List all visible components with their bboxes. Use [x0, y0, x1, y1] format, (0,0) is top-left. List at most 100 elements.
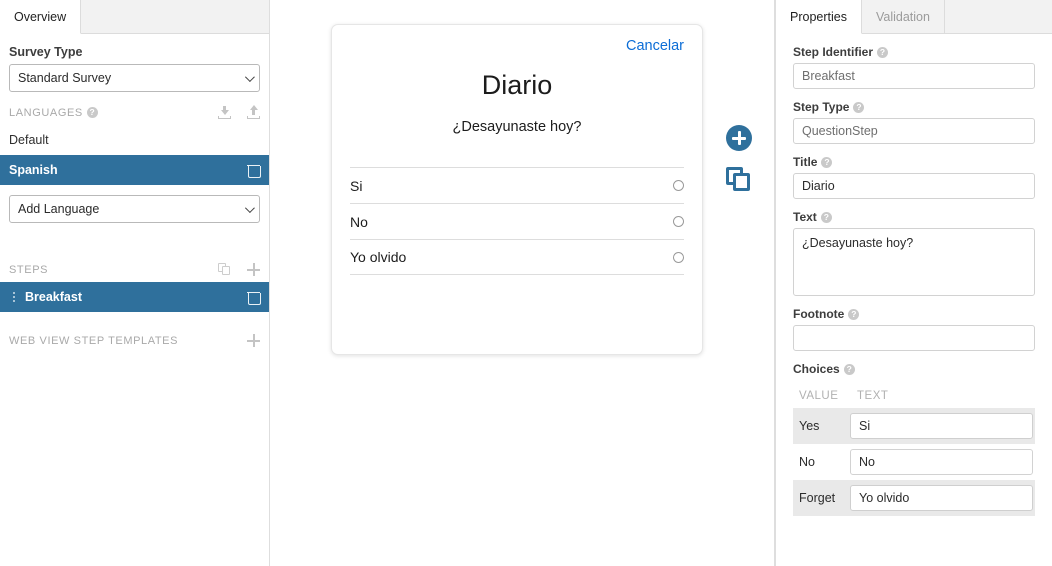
help-icon[interactable]: ? — [853, 101, 865, 113]
choice-text-value: Yo olvido — [859, 491, 910, 505]
radio-icon[interactable] — [673, 216, 684, 227]
templates-section-icons — [247, 334, 260, 347]
text-label-text: Text — [793, 210, 817, 224]
sidebar-tabstrip-filler — [81, 0, 269, 33]
templates-section-title-wrap: WEB VIEW STEP TEMPLATES — [9, 335, 247, 347]
plus-icon[interactable] — [247, 263, 260, 276]
text-value: ¿Desayunaste hoy? — [802, 236, 914, 250]
step-item-breakfast[interactable]: Breakfast — [0, 282, 269, 312]
footnote-label-text: Footnote — [793, 307, 845, 321]
preview-choice-label: No — [350, 213, 368, 230]
preview-choice-list: Si No Yo olvido — [350, 167, 684, 275]
choice-text-input[interactable]: Yo olvido — [850, 485, 1033, 511]
step-type-input[interactable]: QuestionStep — [793, 118, 1035, 144]
plus-icon[interactable] — [247, 334, 260, 347]
steps-section-title: STEPS — [9, 263, 49, 276]
download-icon[interactable] — [218, 106, 231, 119]
drag-handle-icon[interactable] — [9, 292, 19, 302]
preview-choice-row[interactable]: Yo olvido — [350, 239, 684, 275]
choice-text-value: Si — [859, 419, 871, 433]
choice-value: Yes — [799, 419, 820, 433]
choice-value: Forget — [799, 491, 836, 505]
trash-icon[interactable] — [247, 163, 261, 178]
step-type-value: QuestionStep — [802, 124, 878, 138]
title-input[interactable]: Diario — [793, 173, 1035, 199]
tab-overview[interactable]: Overview — [0, 0, 82, 34]
survey-type-select[interactable]: Standard Survey — [9, 64, 260, 92]
survey-type-select-wrap: Standard Survey — [9, 64, 260, 92]
tab-overview-label: Overview — [14, 9, 67, 24]
help-icon[interactable]: ? — [86, 107, 98, 118]
add-step-icon[interactable] — [726, 125, 752, 151]
radio-icon[interactable] — [673, 180, 684, 191]
survey-preview-card: Cancelar Diario ¿Desayunaste hoy? Si No … — [331, 24, 703, 355]
choices-label-text: Choices — [793, 362, 840, 376]
step-identifier-input[interactable]: Breakfast — [793, 63, 1035, 89]
languages-section-title-wrap: LANGUAGES ? — [9, 107, 218, 119]
sidebar-body: Survey Type Standard Survey LANGUAGES ? — [0, 34, 269, 353]
preview-choice-label: Si — [350, 177, 363, 194]
preview-choice-row[interactable]: No — [350, 203, 684, 239]
cancel-button[interactable]: Cancelar — [350, 25, 684, 54]
language-item-spanish[interactable]: Spanish — [0, 155, 269, 185]
survey-type-value: Standard Survey — [18, 71, 112, 85]
add-language-select[interactable]: Add Language — [9, 195, 260, 223]
table-row[interactable]: Forget Yo olvido — [793, 480, 1035, 516]
choice-text-input[interactable]: No — [850, 449, 1033, 475]
table-row[interactable]: No No — [793, 444, 1035, 480]
footnote-input[interactable] — [793, 325, 1035, 351]
table-row[interactable]: Yes Si — [793, 408, 1035, 444]
preview-question: ¿Desayunaste hoy? — [452, 119, 582, 135]
app-root: Overview Survey Type Standard Survey LAN… — [0, 0, 1052, 566]
trash-icon[interactable] — [247, 290, 261, 305]
choice-value: No — [799, 455, 815, 469]
tab-properties[interactable]: Properties — [776, 0, 862, 34]
help-icon[interactable]: ? — [848, 308, 860, 320]
help-icon[interactable]: ? — [877, 46, 889, 58]
step-type-label: Step Type ? — [781, 89, 1047, 118]
choices-column-value: VALUE — [799, 390, 839, 402]
help-icon[interactable]: ? — [821, 156, 833, 168]
text-label: Text ? — [781, 199, 1047, 228]
languages-section-title: LANGUAGES — [9, 106, 83, 119]
steps-section-header: STEPS — [0, 223, 269, 282]
steps-section-title-wrap: STEPS — [9, 264, 218, 276]
step-identifier-label-text: Step Identifier — [793, 45, 874, 59]
step-identifier-value: Breakfast — [802, 69, 855, 83]
choices-column-text: TEXT — [857, 390, 889, 402]
languages-section-icons — [218, 105, 260, 119]
choice-text-cell: Yo olvido — [850, 485, 1035, 511]
step-identifier-label: Step Identifier ? — [781, 34, 1047, 63]
upload-icon[interactable] — [247, 105, 260, 119]
title-value: Diario — [802, 179, 835, 193]
properties-panel: Properties Validation Step Identifier ? … — [775, 0, 1052, 566]
language-item-default[interactable]: Default — [0, 125, 269, 155]
tab-properties-label: Properties — [790, 9, 847, 24]
preview-choice-label: Yo olvido — [350, 249, 407, 265]
language-item-label: Default — [9, 133, 49, 147]
preview-title: Diario — [481, 70, 553, 100]
tab-validation[interactable]: Validation — [861, 0, 945, 33]
help-icon[interactable]: ? — [820, 211, 832, 223]
text-textarea[interactable]: ¿Desayunaste hoy? — [793, 228, 1035, 296]
help-icon[interactable]: ? — [843, 363, 855, 375]
languages-section-header: LANGUAGES ? — [0, 92, 269, 125]
sidebar-tabstrip: Overview — [0, 0, 269, 34]
templates-section-title: WEB VIEW STEP TEMPLATES — [9, 334, 179, 347]
choice-text-value: No — [859, 455, 875, 469]
language-item-label: Spanish — [9, 163, 58, 177]
radio-icon[interactable] — [673, 251, 684, 263]
choice-text-cell: Si — [850, 413, 1035, 439]
footnote-label: Footnote ? — [781, 296, 1047, 325]
survey-type-label: Survey Type — [9, 45, 83, 59]
choices-label: Choices ? — [781, 351, 1047, 380]
preview-choice-row[interactable]: Si — [350, 167, 684, 203]
choices-table-header: VALUE TEXT — [793, 390, 1035, 408]
choice-text-input[interactable]: Si — [850, 413, 1033, 439]
left-sidebar: Overview Survey Type Standard Survey LAN… — [0, 0, 270, 566]
duplicate-step-icon[interactable] — [726, 167, 752, 193]
steps-section-icons — [218, 263, 260, 276]
templates-section-header: WEB VIEW STEP TEMPLATES — [0, 312, 269, 353]
copy-icon[interactable] — [218, 263, 231, 276]
step-type-label-text: Step Type — [793, 100, 850, 114]
